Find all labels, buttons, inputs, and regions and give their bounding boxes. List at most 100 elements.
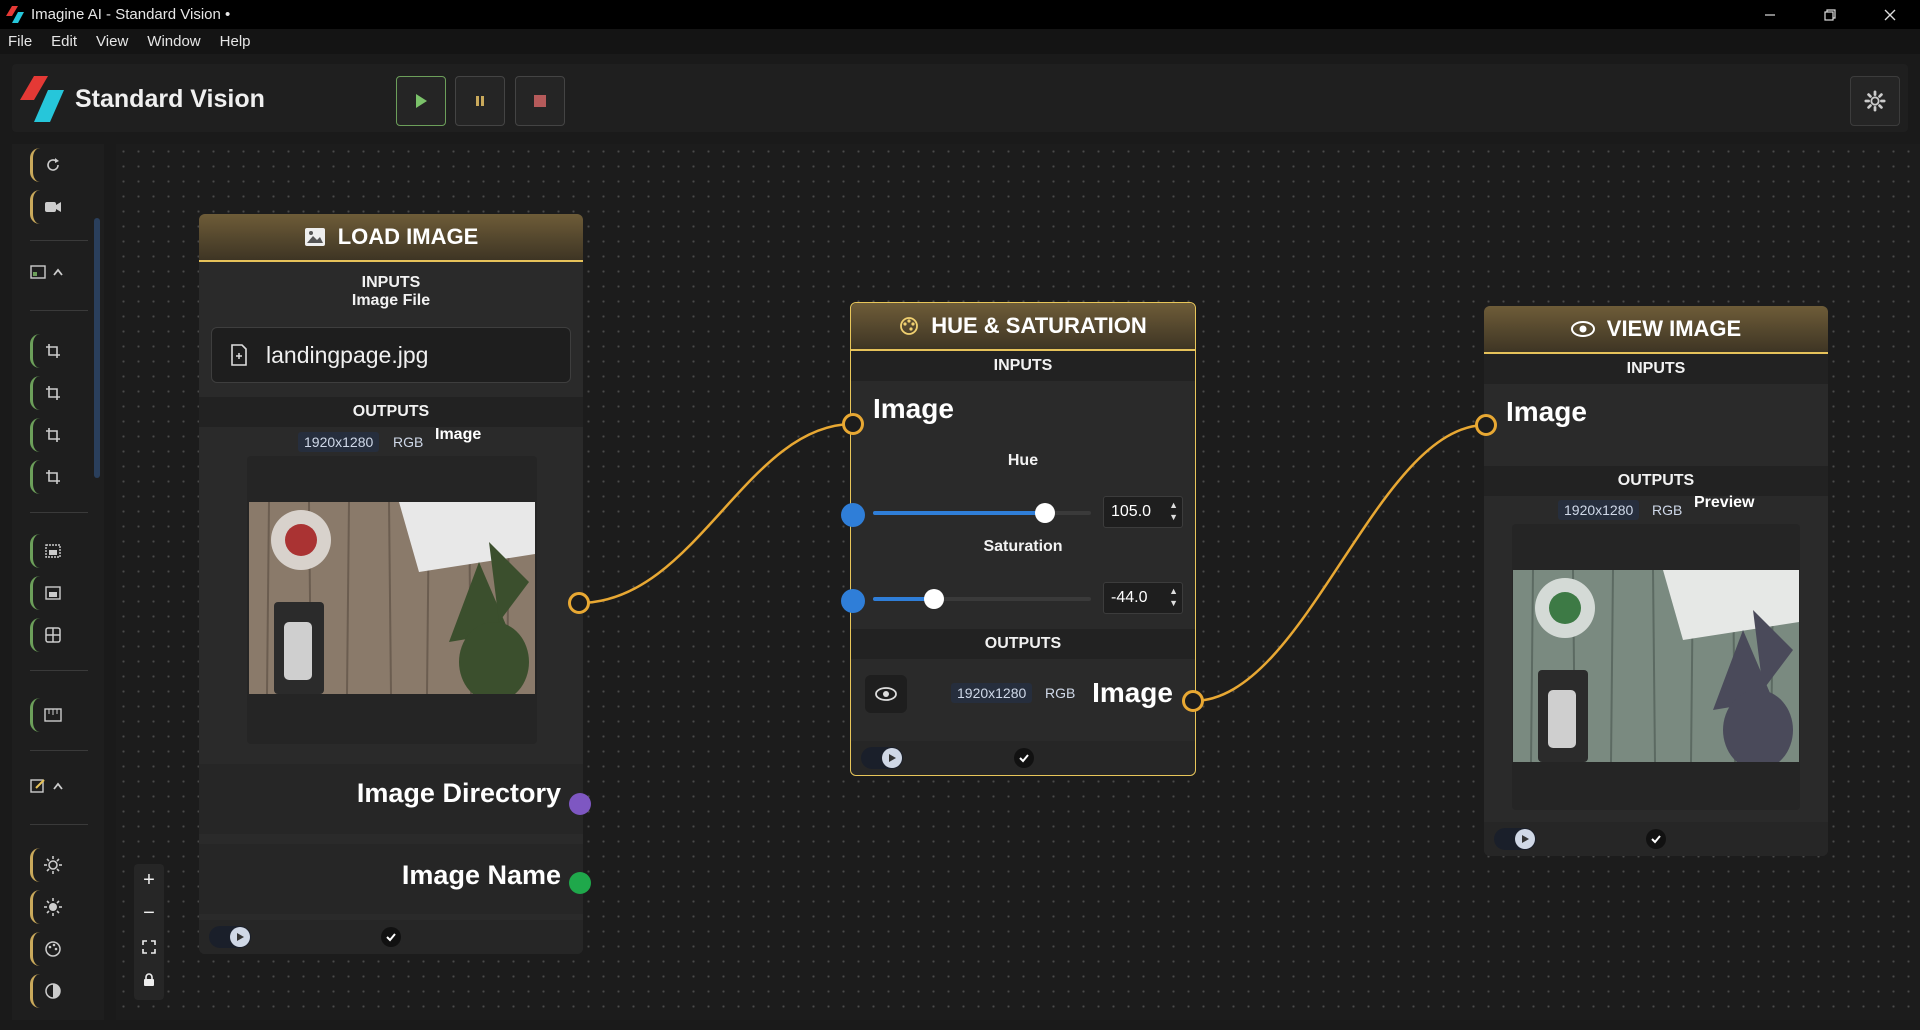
output-name: Image xyxy=(1092,677,1173,708)
node-title: LOAD IMAGE xyxy=(337,224,479,249)
zoom-in-icon[interactable]: + xyxy=(134,864,164,897)
palette-tool-button[interactable] xyxy=(30,932,72,966)
hue-slider-fill xyxy=(873,511,1046,515)
chevron-up-icon xyxy=(53,782,63,790)
saturation-label: Saturation xyxy=(983,538,1063,555)
node-header[interactable]: LOAD IMAGE xyxy=(199,214,583,262)
increment-icon[interactable]: ▲ xyxy=(1169,585,1178,597)
menu-edit[interactable]: Edit xyxy=(51,33,77,50)
menu-view[interactable]: View xyxy=(96,33,128,50)
grid-tool-button[interactable] xyxy=(30,618,72,652)
image-tool-button[interactable] xyxy=(30,534,72,568)
node-footer xyxy=(199,920,583,954)
restore-icon[interactable] xyxy=(1800,0,1860,29)
crop-icon xyxy=(45,344,60,358)
toolbar: Standard Vision xyxy=(12,64,1908,132)
gear-icon xyxy=(1864,90,1886,112)
saturation-value-input[interactable]: -44.0 ▲ ▼ xyxy=(1103,582,1183,614)
load-image-output-port[interactable] xyxy=(568,592,590,614)
sidebar-divider xyxy=(30,512,88,513)
view-input-port[interactable] xyxy=(1475,414,1497,436)
zoom-controls: + − xyxy=(134,864,164,1000)
color-mode-badge: RGB xyxy=(393,434,424,450)
fit-view-icon[interactable] xyxy=(134,930,164,963)
sidebar-divider xyxy=(30,750,88,751)
sidebar-divider xyxy=(30,240,88,241)
hue-label: Hue xyxy=(1007,452,1039,469)
hue-input-port[interactable] xyxy=(842,413,864,435)
menu-file[interactable]: File xyxy=(8,33,32,50)
eye-icon xyxy=(875,687,897,701)
node-header[interactable]: VIEW IMAGE xyxy=(1484,306,1828,354)
edit-group-icon xyxy=(30,779,45,793)
refresh-icon xyxy=(46,158,59,171)
app-logo-icon xyxy=(6,5,28,24)
menu-bar: File Edit View Window Help xyxy=(0,29,1920,54)
increment-icon[interactable]: ▲ xyxy=(1169,499,1178,511)
preview-output-button[interactable] xyxy=(865,675,907,713)
preview-image xyxy=(1513,570,1799,762)
input-name: Image File xyxy=(351,292,431,309)
outputs-section-title: OUTPUTS xyxy=(1484,466,1828,496)
run-button[interactable] xyxy=(396,76,446,126)
saturation-value: -44.0 xyxy=(1111,589,1148,606)
node-header[interactable]: HUE & SATURATION xyxy=(851,303,1195,351)
hue-output-port[interactable] xyxy=(1182,690,1204,712)
hue-saturation-node[interactable]: HUE & SATURATION INPUTS Image Hue 105.0 … xyxy=(850,302,1196,776)
hue-slider-thumb[interactable] xyxy=(1035,503,1056,523)
image-name-port[interactable] xyxy=(569,872,591,894)
node-canvas[interactable]: LOAD IMAGE INPUTS Image File landingpage… xyxy=(116,144,1920,1020)
palette-icon xyxy=(900,317,919,335)
stop-button[interactable] xyxy=(515,76,565,126)
zoom-out-icon[interactable]: − xyxy=(134,897,164,930)
refresh-tool-button[interactable] xyxy=(30,148,72,182)
image-group-toggle[interactable] xyxy=(30,260,80,284)
check-icon[interactable] xyxy=(1646,829,1666,849)
camera-tool-button[interactable] xyxy=(30,190,72,224)
exposure-tool-button[interactable] xyxy=(30,890,72,924)
hue-param-port[interactable] xyxy=(841,503,865,527)
image-preview xyxy=(1512,524,1800,810)
hue-value-input[interactable]: 105.0 ▲ ▼ xyxy=(1103,496,1183,528)
preview-toggle[interactable] xyxy=(1494,828,1536,850)
sidebar-scrollbar[interactable] xyxy=(94,218,100,478)
saturation-param-port[interactable] xyxy=(841,589,865,613)
decrement-icon[interactable]: ▼ xyxy=(1169,511,1178,523)
edit-group-toggle[interactable] xyxy=(30,774,80,798)
check-icon[interactable] xyxy=(1014,748,1034,768)
decrement-icon[interactable]: ▼ xyxy=(1169,597,1178,609)
image-file-picker[interactable]: landingpage.jpg xyxy=(211,327,571,383)
hue-slider[interactable] xyxy=(873,503,1091,523)
minimize-icon[interactable] xyxy=(1740,0,1800,29)
crop-tool-button[interactable] xyxy=(30,376,72,410)
brightness-tool-button[interactable] xyxy=(30,848,72,882)
load-image-node[interactable]: LOAD IMAGE INPUTS Image File landingpage… xyxy=(199,214,583,954)
menu-window[interactable]: Window xyxy=(147,33,200,50)
pause-button[interactable] xyxy=(455,76,505,126)
close-icon[interactable] xyxy=(1860,0,1920,29)
saturation-slider-thumb[interactable] xyxy=(924,589,945,609)
image-icon xyxy=(44,544,61,558)
pause-icon xyxy=(476,96,484,106)
lock-icon[interactable] xyxy=(134,963,164,996)
view-image-node[interactable]: VIEW IMAGE INPUTS Image OUTPUTS 1920x128… xyxy=(1484,306,1828,856)
preview-toggle[interactable] xyxy=(209,926,251,948)
menu-help[interactable]: Help xyxy=(220,33,251,50)
preview-toggle[interactable] xyxy=(861,747,903,769)
outputs-section-title: OUTPUTS xyxy=(199,397,583,427)
settings-button[interactable] xyxy=(1850,76,1900,126)
node-footer xyxy=(851,741,1195,775)
crop-tool-button[interactable] xyxy=(30,418,72,452)
crop-tool-button[interactable] xyxy=(30,460,72,494)
image-directory-port[interactable] xyxy=(569,793,591,815)
contrast-tool-button[interactable] xyxy=(30,974,72,1008)
color-mode-badge: RGB xyxy=(1652,502,1683,518)
sidebar-divider xyxy=(30,310,88,311)
contrast-icon xyxy=(44,983,61,999)
ruler-tool-button[interactable] xyxy=(30,698,72,732)
check-icon[interactable] xyxy=(381,927,401,947)
brand-logo-icon xyxy=(20,76,68,122)
saturation-slider[interactable] xyxy=(873,589,1091,609)
image-tool-button[interactable] xyxy=(30,576,72,610)
crop-tool-button[interactable] xyxy=(30,334,72,368)
